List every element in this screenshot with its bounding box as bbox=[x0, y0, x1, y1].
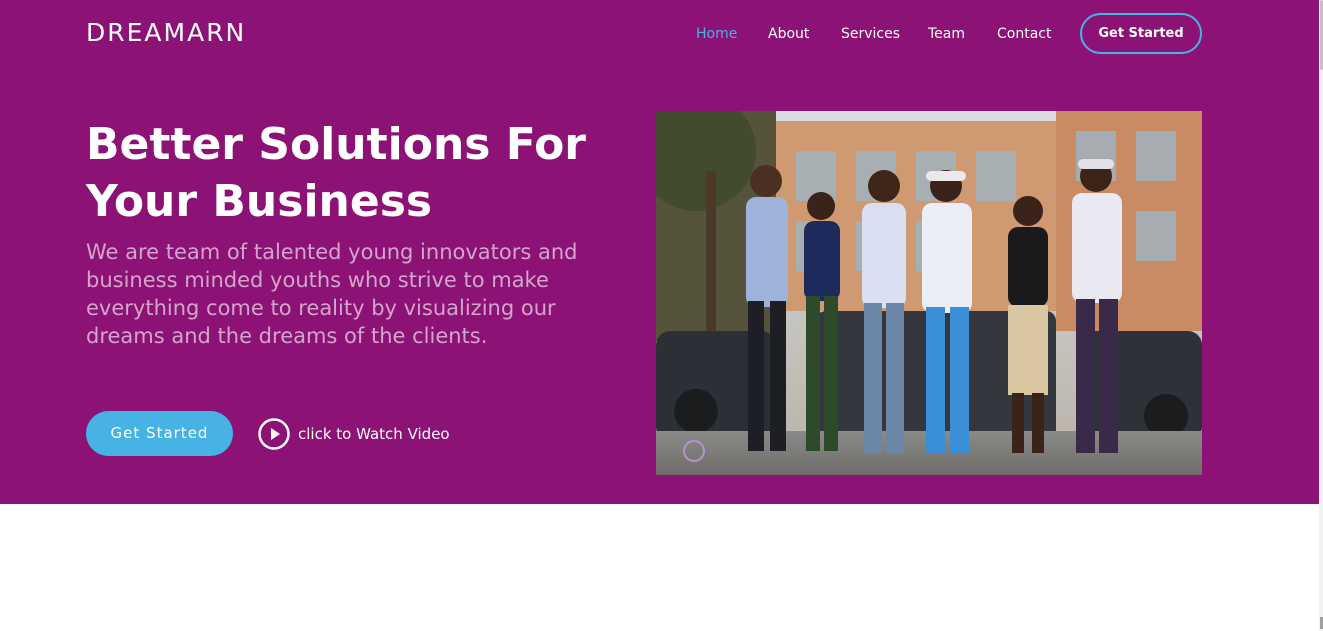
play-circle-icon[interactable] bbox=[258, 418, 290, 450]
nav-item-services[interactable]: Services bbox=[841, 14, 900, 54]
nav-item-about[interactable]: About bbox=[768, 14, 809, 54]
team-photo bbox=[656, 111, 1202, 475]
scrollbar-track[interactable] bbox=[1319, 0, 1323, 631]
nav-item-home[interactable]: Home bbox=[696, 14, 737, 54]
nav-item-team[interactable]: Team bbox=[928, 14, 965, 54]
team-photo-illustration bbox=[656, 111, 1202, 475]
logo[interactable]: DREAMARN bbox=[86, 16, 246, 50]
hero-section: DREAMARN Home About Services Team Contac… bbox=[0, 0, 1319, 504]
nav-item-contact[interactable]: Contact bbox=[997, 14, 1051, 54]
watch-video-label[interactable]: click to Watch Video bbox=[298, 425, 450, 443]
hero-get-started-button[interactable]: Get Started bbox=[86, 411, 233, 456]
header-get-started-button[interactable]: Get Started bbox=[1080, 13, 1202, 54]
watch-video-link[interactable]: click to Watch Video bbox=[258, 418, 450, 450]
hero-subtitle: We are team of talented young innovators… bbox=[86, 240, 578, 348]
hero-title: Better Solutions For Your Business bbox=[86, 119, 587, 227]
